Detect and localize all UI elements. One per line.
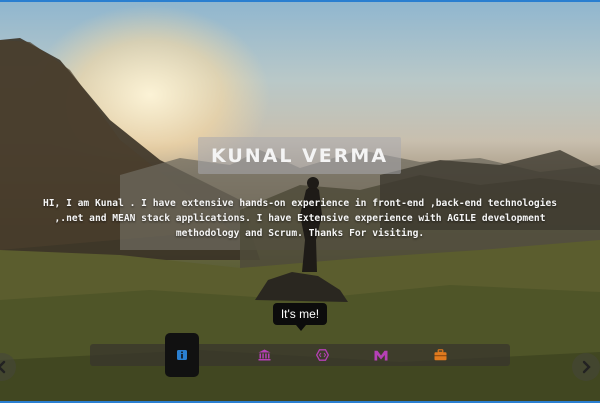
nav-item-skills[interactable] — [305, 333, 339, 377]
code-icon — [315, 349, 329, 361]
bottom-nav-bar — [90, 333, 510, 377]
nav-item-experience[interactable] — [423, 333, 457, 377]
intro-text: HI, I am Kunal . I have extensive hands-… — [42, 198, 558, 239]
next-slide-button[interactable] — [572, 353, 600, 381]
bank-icon — [258, 349, 270, 361]
briefcase-icon — [434, 349, 446, 361]
arrow-left-icon — [0, 360, 6, 374]
window-top-edge — [0, 0, 600, 2]
page-title: KUNAL VERMA — [210, 144, 389, 167]
arrow-right-icon — [582, 360, 591, 374]
info-icon — [177, 350, 187, 360]
m-letter-icon — [374, 350, 388, 360]
tooltip: It's me! — [273, 303, 327, 331]
nav-item-education[interactable] — [247, 333, 281, 377]
nav-item-about[interactable] — [165, 333, 199, 377]
name-banner: KUNAL VERMA — [198, 137, 401, 174]
nav-item-projects[interactable] — [364, 333, 398, 377]
